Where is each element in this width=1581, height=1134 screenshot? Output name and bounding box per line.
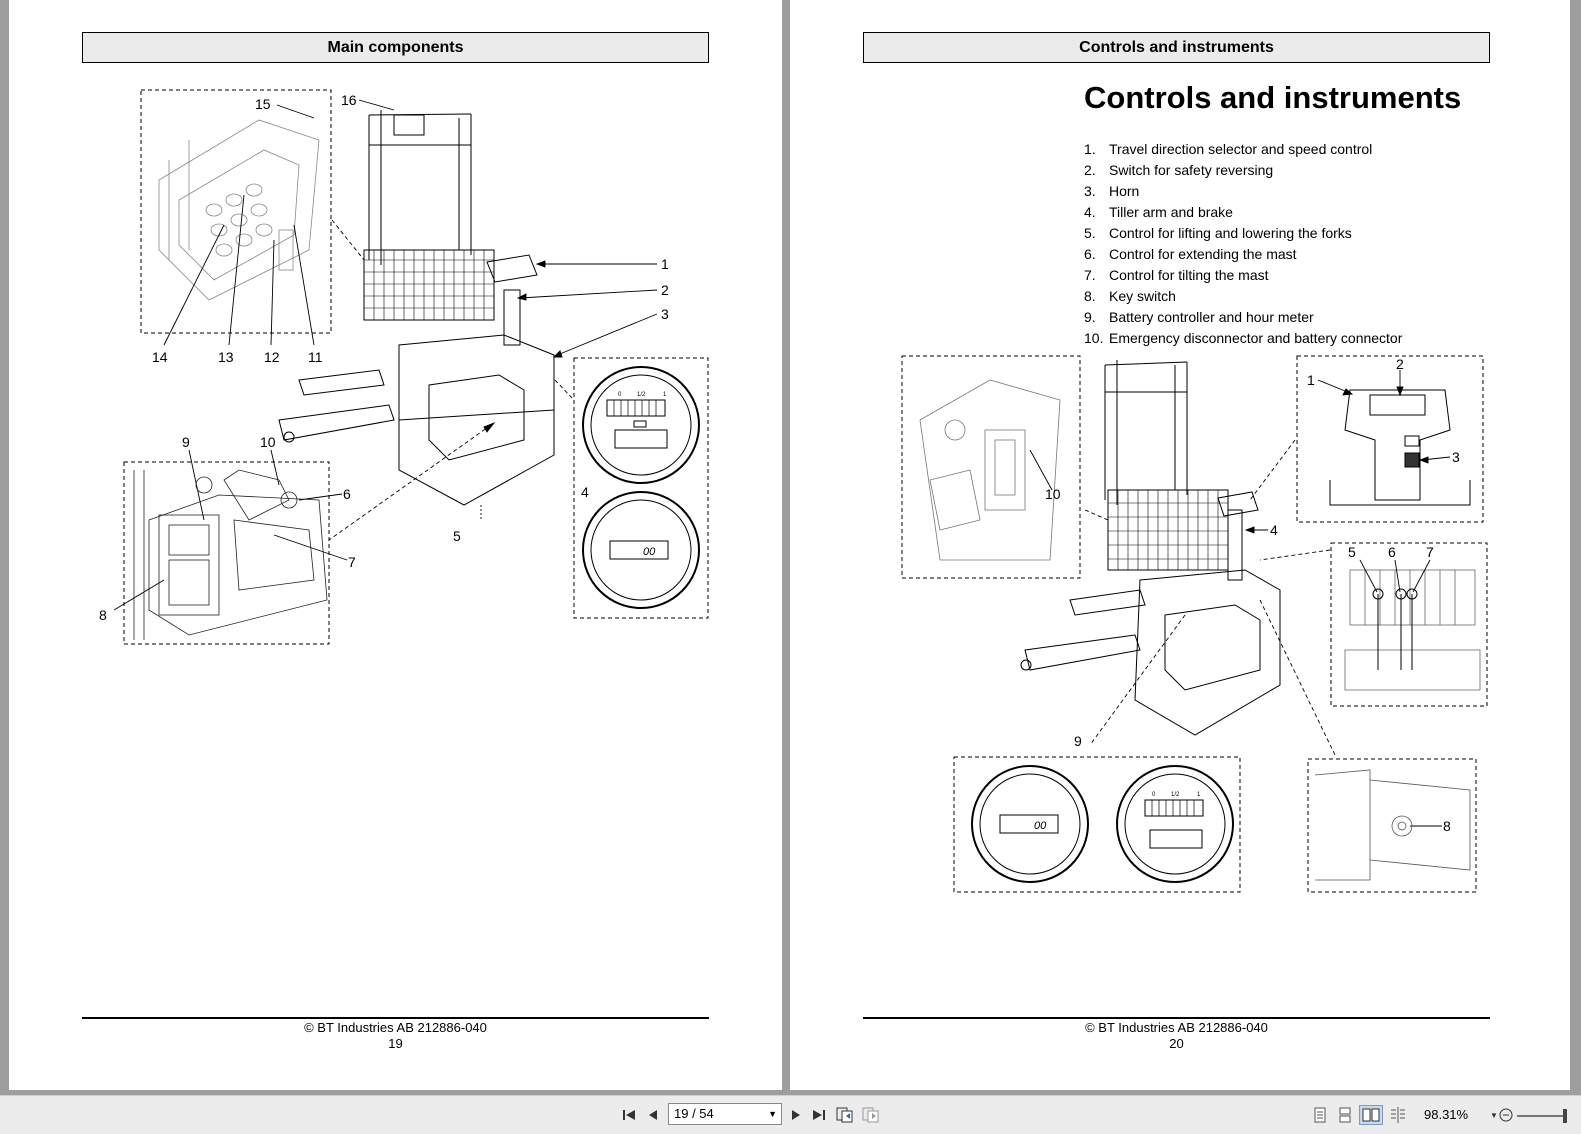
callout-5: 5	[453, 528, 461, 544]
callout-9: 9	[1074, 733, 1082, 749]
zoom-out-icon[interactable]	[1496, 1105, 1516, 1125]
callout-5: 5	[1348, 544, 1356, 560]
page-19: Main components 0 1/2 1 00 1 2 3 4 5 6 7…	[9, 0, 782, 1090]
hour-meter-readout: 00	[643, 546, 656, 558]
callout-6: 6	[1388, 544, 1396, 560]
document-viewport[interactable]: Main components 0 1/2 1 00 1 2 3 4 5 6 7…	[0, 0, 1581, 1095]
svg-text:0: 0	[1152, 792, 1156, 798]
next-page-icon[interactable]	[786, 1105, 806, 1125]
callout-12: 12	[264, 349, 280, 365]
page-20: Controls and instruments Controls and in…	[790, 0, 1570, 1090]
controls-illustration: 00 0 1/2 1 1 2 3 4 5 6 7 8 9 10	[901, 355, 1488, 893]
gauge-scale-mid: 1/2	[637, 392, 646, 398]
callout-1: 1	[1307, 372, 1315, 388]
zoom-slider[interactable]	[1517, 1109, 1567, 1123]
callout-14: 14	[152, 349, 168, 365]
previous-page-icon[interactable]	[643, 1105, 663, 1125]
previous-view-icon[interactable]	[835, 1105, 855, 1125]
hour-meter-readout: 00	[1034, 820, 1047, 832]
page-number-field[interactable]: 19 / 54 ▼	[668, 1103, 782, 1125]
copyright: © BT Industries AB 212886-040	[304, 1020, 487, 1035]
copyright: © BT Industries AB 212886-040	[1085, 1020, 1268, 1035]
callout-4: 4	[581, 484, 589, 500]
continuous-view-icon[interactable]	[1335, 1105, 1355, 1125]
page-number: 19	[388, 1036, 403, 1051]
callout-1: 1	[661, 256, 669, 272]
svg-text:1: 1	[1197, 792, 1201, 798]
callout-4: 4	[1270, 522, 1278, 538]
chevron-down-icon[interactable]: ▼	[768, 1104, 777, 1124]
callout-11: 11	[308, 349, 323, 365]
viewer-toolbar: 19 / 54 ▼ 98.31% ▼	[0, 1095, 1581, 1134]
continuous-facing-view-icon[interactable]	[1388, 1105, 1408, 1125]
next-view-icon[interactable]	[861, 1105, 881, 1125]
footer-rule	[863, 1017, 1490, 1019]
callout-10: 10	[1045, 486, 1061, 502]
callout-7: 7	[1426, 544, 1434, 560]
callout-8: 8	[99, 607, 107, 623]
single-page-view-icon[interactable]	[1310, 1105, 1330, 1125]
callout-7: 7	[348, 554, 356, 570]
callout-2: 2	[661, 282, 669, 298]
zoom-level[interactable]: 98.31%	[1424, 1105, 1468, 1125]
svg-text:1/2: 1/2	[1171, 792, 1180, 798]
main-components-illustration: 0 1/2 1 00 1 2 3 4 5 6 7 8 9 10 11 12 13…	[99, 89, 709, 645]
footer-rule	[82, 1017, 709, 1019]
callout-10: 10	[260, 434, 276, 450]
gauge-scale-hi: 1	[663, 392, 667, 398]
facing-view-icon[interactable]	[1359, 1105, 1383, 1125]
first-page-icon[interactable]	[619, 1105, 639, 1125]
callout-3: 3	[1452, 449, 1460, 465]
zoom-slider-handle[interactable]	[1563, 1109, 1567, 1123]
callout-15: 15	[255, 96, 271, 112]
callout-2: 2	[1396, 356, 1404, 372]
page-number: 20	[1169, 1036, 1184, 1051]
callout-13: 13	[218, 349, 234, 365]
callout-16: 16	[341, 92, 357, 108]
callout-9: 9	[182, 434, 190, 450]
callout-6: 6	[343, 486, 351, 502]
gauge-scale-lo: 0	[618, 392, 622, 398]
last-page-icon[interactable]	[809, 1105, 829, 1125]
callout-8: 8	[1443, 818, 1451, 834]
callout-3: 3	[661, 306, 669, 322]
